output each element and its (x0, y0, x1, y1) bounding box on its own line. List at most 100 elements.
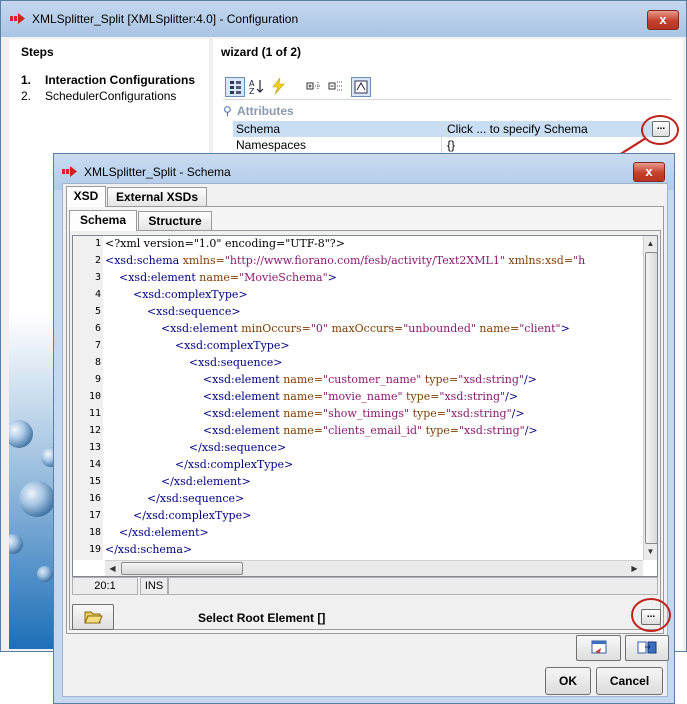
validate-button[interactable] (625, 635, 669, 661)
code-token: </xsd:schema> (105, 543, 193, 556)
property-row-schema[interactable]: Schema Click ... to specify Schema (233, 121, 663, 137)
code-token: "show_timings" (323, 407, 413, 420)
code-token: name= (283, 424, 324, 437)
line-number: 11 (88, 408, 101, 419)
step-label: Interaction Configurations (45, 73, 195, 87)
svg-text:Z: Z (249, 87, 255, 95)
line-number: 18 (88, 527, 101, 538)
line-number: 15 (88, 476, 101, 487)
horizontal-scrollbar[interactable]: ◀ ▶ (105, 560, 643, 576)
collapse-icon[interactable] (327, 77, 345, 95)
xsd-tab-panel: Schema Structure 1 2 3 4 5 6 7 8 9 10 11 12 13 14 15 16… (66, 206, 664, 634)
code-token: type= (425, 424, 459, 437)
code-token: </xsd:sequence> (146, 492, 245, 505)
window-title: XMLSplitter_Split [XMLSplitter:4.0] - Co… (32, 12, 299, 26)
window-title-bar[interactable]: XMLSplitter_Split [XMLSplitter:4.0] - Co… (1, 1, 686, 37)
code-token: "MovieSchema" (239, 271, 328, 284)
code-token: </xsd:complexType> (132, 509, 252, 522)
line-number: 12 (88, 425, 101, 436)
code-token: name= (283, 407, 324, 420)
vertical-scroll-thumb[interactable] (645, 252, 657, 544)
lightning-icon[interactable] (269, 77, 287, 95)
dialog-title: XMLSplitter_Split - Schema (84, 165, 231, 179)
tab-external-xsds[interactable]: External XSDs (107, 187, 207, 207)
step-scheduler-configurations[interactable]: 2. SchedulerConfigurations (21, 89, 176, 103)
cancel-button[interactable]: Cancel (596, 667, 663, 695)
step-label: SchedulerConfigurations (45, 89, 177, 103)
code-token: /> (505, 390, 519, 403)
attributes-category[interactable]: ⚲ Attributes (223, 104, 294, 118)
code-token: name= (283, 373, 324, 386)
tab-structure[interactable]: Structure (138, 211, 212, 231)
code-token: <xsd:element (160, 322, 242, 335)
xml-editor[interactable]: 1 2 3 4 5 6 7 8 9 10 11 12 13 14 15 16 17 18 19 <?xml vers… (72, 235, 658, 577)
code-token: "clients_email_id" (323, 424, 426, 437)
code-token: name= (283, 390, 324, 403)
line-number-gutter: 1 2 3 4 5 6 7 8 9 10 11 12 13 14 15 16 17 18 19 (73, 236, 103, 560)
code-token: "xsd:string" (459, 424, 525, 437)
code-token: minOccurs= (241, 322, 311, 335)
vertical-scrollbar[interactable]: ▲ ▼ (643, 236, 657, 560)
code-token: <xsd:schema (105, 254, 183, 267)
close-button[interactable]: x (647, 10, 679, 30)
column-divider (441, 137, 442, 153)
sort-alpha-icon[interactable]: A Z (247, 77, 265, 95)
code-token: </xsd:element> (160, 475, 251, 488)
code-token: name= (199, 271, 240, 284)
code-token: type= (412, 407, 446, 420)
status-message (168, 577, 658, 595)
code-token: <xsd:complexType> (174, 339, 290, 352)
dialog-close-button[interactable]: x (633, 162, 665, 182)
code-token: <?xml version="1.0" encoding="UTF-8"?> (105, 237, 345, 250)
line-number: 19 (88, 544, 101, 555)
cursor-position: 20:1 (72, 577, 138, 595)
expand-icon[interactable] (305, 77, 323, 95)
code-token: "http://www.fiorano.com/fesb/activity/Te… (224, 254, 509, 267)
scroll-right-icon[interactable]: ▶ (628, 562, 641, 575)
code-line: <xsd:element name="movie_name" type="xsd… (105, 390, 518, 403)
code-token: xmlns:xsd= (508, 254, 574, 267)
select-root-element-label: Select Root Element [] (198, 611, 326, 625)
code-token: > (560, 322, 570, 335)
line-number: 3 (94, 272, 101, 283)
validate-icon (637, 641, 657, 654)
tab-xsd[interactable]: XSD (66, 186, 106, 207)
open-file-button[interactable] (72, 604, 114, 630)
line-number: 13 (88, 442, 101, 453)
code-line: <xsd:sequence> (105, 356, 283, 369)
horizontal-scroll-thumb[interactable] (121, 562, 243, 575)
step-interaction-configurations[interactable]: 1. Interaction Configurations (21, 73, 195, 87)
categorized-view-icon[interactable] (225, 77, 245, 97)
code-token: "unbounded" (403, 322, 480, 335)
insert-mode: INS (140, 577, 168, 595)
property-key: Schema (236, 122, 281, 136)
property-value: Click ... to specify Schema (447, 122, 588, 136)
code-token: <xsd:element (202, 424, 284, 437)
code-line: </xsd:complexType> (105, 509, 251, 522)
pin-icon: ⚲ (223, 104, 232, 118)
preview-button[interactable] (576, 635, 621, 661)
scroll-down-icon[interactable]: ▼ (644, 545, 657, 558)
ok-button[interactable]: OK (545, 667, 591, 695)
line-number: 14 (88, 459, 101, 470)
property-toolbar: A Z (223, 75, 671, 100)
line-number: 10 (88, 391, 101, 402)
dialog-body: XSD External XSDs Schema Structure 12345… (62, 183, 669, 697)
code-token: type= (406, 390, 440, 403)
line-number: 16 (88, 493, 101, 504)
description-icon[interactable] (351, 77, 371, 97)
scroll-up-icon[interactable]: ▲ (644, 237, 657, 250)
app-icon (62, 166, 77, 177)
step-number: 2. (21, 89, 32, 103)
schema-actions-row: Select Root Element [] ... (72, 601, 666, 631)
property-key: Namespaces (236, 138, 307, 152)
close-icon: x (659, 12, 667, 27)
app-icon (10, 13, 25, 24)
scroll-left-icon[interactable]: ◀ (106, 562, 119, 575)
category-label: Attributes (237, 104, 294, 118)
tab-schema[interactable]: Schema (69, 210, 137, 231)
